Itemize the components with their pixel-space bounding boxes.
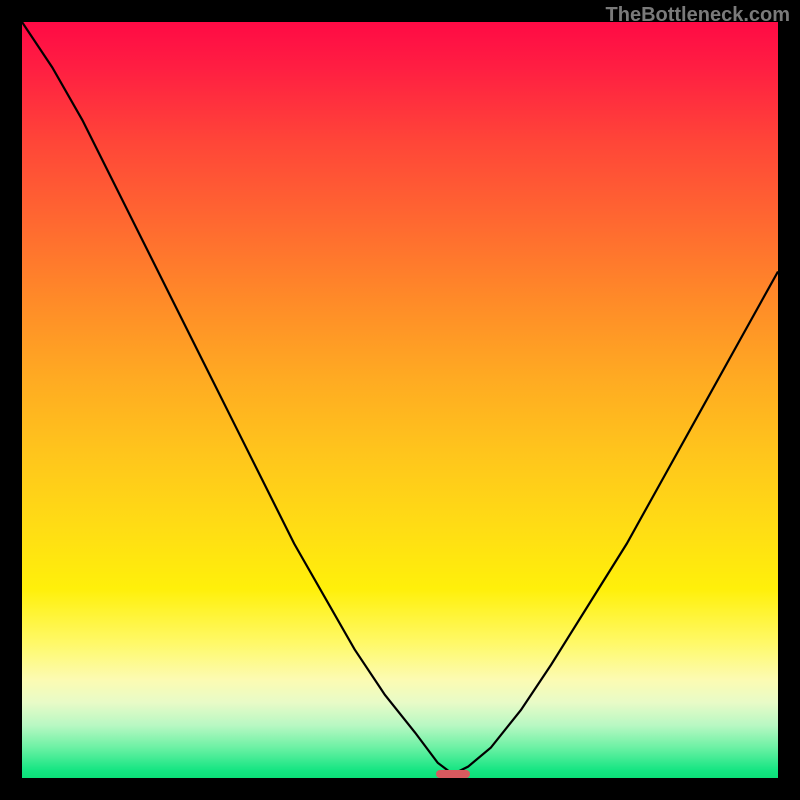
plot-area	[22, 22, 778, 778]
curve-path	[22, 22, 778, 774]
chart-frame: TheBottleneck.com	[0, 0, 800, 800]
bottleneck-curve	[22, 22, 778, 778]
minimum-marker	[436, 770, 470, 778]
watermark-text: TheBottleneck.com	[606, 4, 790, 27]
